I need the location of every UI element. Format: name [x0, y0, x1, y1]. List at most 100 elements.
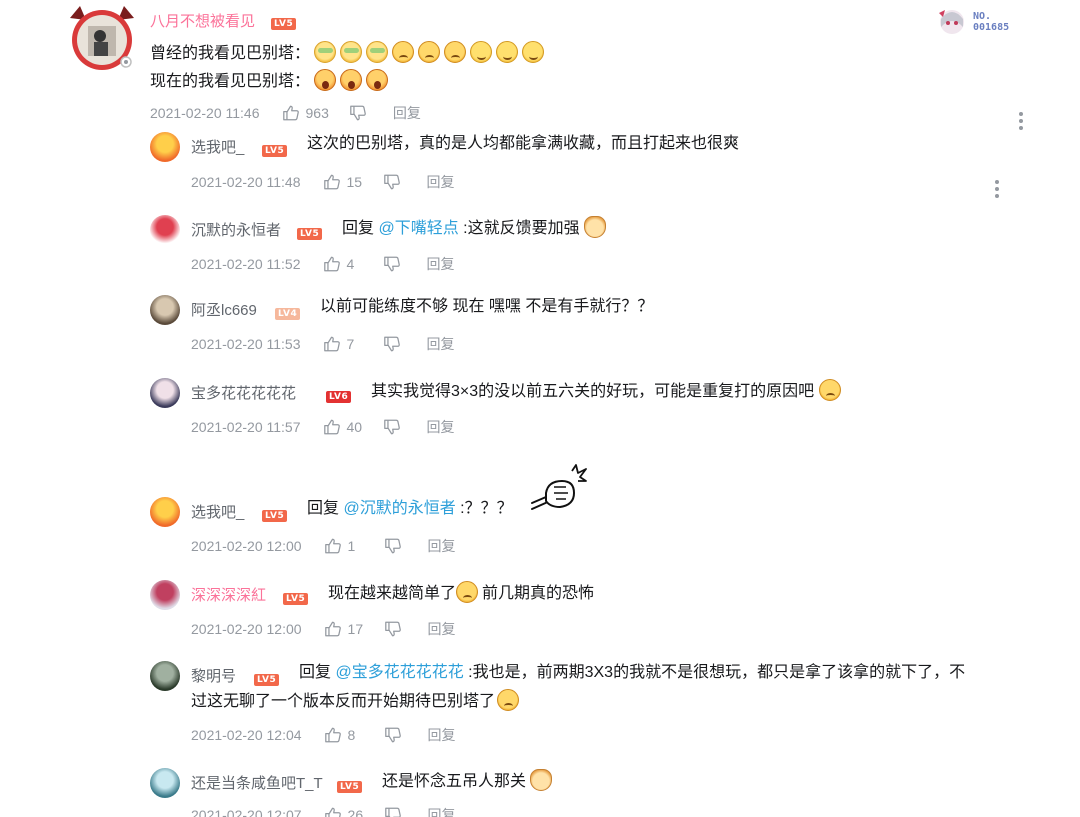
reply-text: :？？？ [455, 500, 513, 517]
reply-username[interactable]: 选我吧_ [191, 136, 244, 157]
like-count: 1 [347, 538, 356, 554]
dog-emoji-icon [530, 769, 553, 791]
reply-username[interactable]: 选我吧_ [191, 501, 244, 522]
reply-avatar[interactable] [150, 132, 180, 162]
thumb-down-icon [383, 255, 401, 273]
comment-time: 2021-02-20 11:52 [191, 256, 301, 272]
reply-prefix: 回复 [299, 664, 336, 681]
dislike-button[interactable] [349, 104, 367, 122]
reply-avatar[interactable] [150, 768, 180, 798]
comment-time: 2021-02-20 12:00 [191, 621, 302, 637]
main-comment-avatar[interactable] [66, 4, 138, 72]
laugh-cry-emoji-icon [818, 379, 841, 401]
dislike-button[interactable] [383, 418, 401, 436]
main-comment-more-icon[interactable] [1019, 112, 1023, 130]
thumb-up-icon [323, 255, 341, 273]
thumb-down-icon [383, 335, 401, 353]
reply-level-badge: LV4 [275, 303, 301, 321]
reply-level-badge: LV5 [254, 669, 280, 687]
reply-text: 现在越来越简单了 [328, 585, 457, 602]
comment-time: 2021-02-20 11:48 [191, 174, 301, 190]
thumb-down-icon [383, 418, 401, 436]
crying-emoji-icon [314, 41, 337, 63]
shocked-emoji-icon [314, 69, 337, 91]
reply-avatar[interactable] [150, 661, 180, 691]
comment-time: 2021-02-20 11:57 [191, 419, 301, 435]
like-button[interactable]: 17 [324, 620, 364, 638]
reply-level-badge: LV5 [262, 505, 288, 523]
reply-username[interactable]: 宝多花花花花花 [191, 382, 296, 403]
comment-time: 2021-02-20 11:46 [150, 105, 260, 121]
like-button[interactable]: 1 [324, 537, 364, 555]
reply-button[interactable]: 回复 [427, 254, 455, 274]
reply-content: 以前可能练度不够 现在 嘿嘿 不是有手就行？？ [320, 296, 653, 318]
reply-level-badge: LV5 [262, 140, 288, 158]
reply-meta: 2021-02-20 12:00 1 回复 [191, 536, 456, 556]
mention-link[interactable]: @下嘴轻点 [378, 220, 458, 237]
dislike-button[interactable] [384, 726, 402, 744]
reply-avatar[interactable] [150, 580, 180, 610]
fan-badge-number: NO. 001685 [973, 11, 1010, 33]
thumb-up-icon [282, 104, 300, 122]
dislike-button[interactable] [384, 806, 402, 817]
mention-link[interactable]: @宝多花花花花花 [335, 664, 463, 681]
reply-button[interactable]: 回复 [427, 172, 455, 192]
dislike-button[interactable] [383, 255, 401, 273]
laugh-cry-emoji-icon [497, 689, 520, 711]
reply-level-badge: LV6 [326, 386, 352, 404]
reply-level-badge: LV5 [283, 588, 309, 606]
like-count: 40 [346, 419, 363, 435]
reply-username[interactable]: 还是当条咸鱼吧T_T [191, 772, 323, 793]
reply-avatar[interactable] [150, 497, 180, 527]
like-button[interactable]: 15 [323, 173, 363, 191]
laugh-cry-emoji-icon [456, 581, 479, 603]
mention-link[interactable]: @沉默的永恒者 [343, 500, 455, 517]
dislike-button[interactable] [384, 620, 402, 638]
reply-meta: 2021-02-20 11:52 4 回复 [191, 254, 455, 274]
main-comment-line2: 现在的我看见巴别塔： [150, 69, 392, 93]
like-button[interactable]: 40 [323, 418, 363, 436]
like-button[interactable]: 4 [323, 255, 363, 273]
thumb-up-icon [323, 335, 341, 353]
reply-meta: 2021-02-20 12:04 8 回复 [191, 725, 456, 745]
reply-username[interactable]: 深深深深紅 [191, 584, 266, 605]
reply-content: 其实我觉得3×3的没以前五六关的好玩，可能是重复打的原因吧 [371, 379, 845, 403]
reply-avatar[interactable] [150, 295, 180, 325]
like-button[interactable]: 26 [324, 806, 364, 817]
comment-time: 2021-02-20 11:53 [191, 336, 301, 352]
dislike-button[interactable] [384, 537, 402, 555]
like-button[interactable]: 7 [323, 335, 363, 353]
reply-button[interactable]: 回复 [428, 725, 456, 745]
reply-button[interactable]: 回复 [393, 103, 421, 123]
comment-time: 2021-02-20 12:00 [191, 538, 302, 554]
comment-time: 2021-02-20 12:04 [191, 727, 302, 743]
reply-text: :这就反馈要加强 [458, 220, 580, 237]
reply-button[interactable]: 回复 [428, 805, 456, 817]
reply-text-2: 前几期真的恐怖 [482, 585, 595, 602]
punch-sticker-icon [528, 463, 588, 515]
dislike-button[interactable] [383, 173, 401, 191]
reply-username[interactable]: 阿丞lc669 [191, 299, 257, 320]
reply-button[interactable]: 回复 [428, 536, 456, 556]
reply-level-badge: LV5 [337, 776, 363, 794]
main-comment-username[interactable]: 八月不想被看见 [150, 10, 255, 31]
like-button[interactable]: 8 [324, 726, 364, 744]
thumb-down-icon [349, 104, 367, 122]
reply-button[interactable]: 回复 [428, 619, 456, 639]
reply-username[interactable]: 黎明号 [191, 665, 236, 686]
sad-emoji-icon [418, 41, 441, 63]
reply-button[interactable]: 回复 [427, 417, 455, 437]
crying-emoji-icon [340, 41, 363, 63]
like-count: 4 [346, 256, 355, 272]
like-button[interactable]: 963 [282, 104, 329, 122]
thumb-down-icon [384, 537, 402, 555]
reply-button[interactable]: 回复 [427, 334, 455, 354]
thumb-up-icon [323, 418, 341, 436]
reply-text: 这次的巴别塔，真的是人均都能拿满收藏，而且打起来也很爽 [307, 135, 740, 152]
reply-avatar[interactable] [150, 215, 180, 245]
dislike-button[interactable] [383, 335, 401, 353]
shocked-emoji-icon [340, 69, 363, 91]
reply-more-icon[interactable] [995, 180, 999, 198]
reply-avatar[interactable] [150, 378, 180, 408]
reply-username[interactable]: 沉默的永恒者 [191, 219, 281, 240]
